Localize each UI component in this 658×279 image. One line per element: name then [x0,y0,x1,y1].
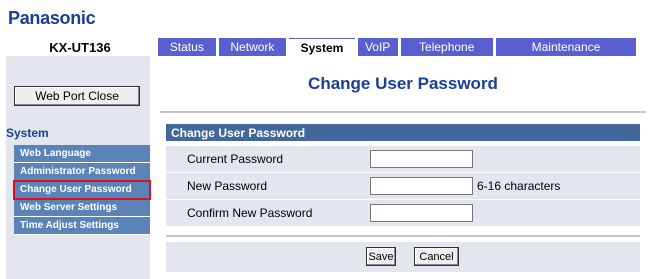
sidebar-menu: Web Language Administrator Password Chan… [13,145,151,235]
sidebar-item-web-server-settings[interactable]: Web Server Settings [14,199,150,217]
button-bar: Save Cancel [166,242,640,272]
tab-telephone[interactable]: Telephone [400,38,493,56]
save-button[interactable]: Save [366,247,396,266]
sidebar-item-web-language[interactable]: Web Language [14,145,150,163]
new-password-hint: 6-16 characters [477,179,561,193]
sidebar-item-change-user-password[interactable]: Change User Password [13,180,151,200]
footer-divider [166,235,640,237]
title-divider [160,111,646,113]
brand-logo: Panasonic [8,8,96,28]
current-password-input[interactable] [370,150,473,168]
new-password-label: New Password [166,173,366,199]
tab-status[interactable]: Status [158,38,216,56]
top-nav-tabs: Status Network System VoIP Telephone Mai… [158,38,637,56]
confirm-password-cell [366,200,640,226]
tab-maintenance[interactable]: Maintenance [495,38,637,56]
new-password-cell: 6-16 characters [366,173,640,199]
confirm-password-row: Confirm New Password [166,200,640,226]
sidebar-item-time-adjust-settings[interactable]: Time Adjust Settings [14,217,150,235]
tab-network[interactable]: Network [218,38,287,56]
cancel-button[interactable]: Cancel [414,247,459,266]
current-password-cell [366,146,640,172]
sidebar: Web Port Close System Web Language Admin… [6,56,151,279]
sidebar-item-administrator-password[interactable]: Administrator Password [14,163,150,181]
page-title: Change User Password [308,74,498,93]
web-port-close-button[interactable]: Web Port Close [14,86,140,106]
panel-header: Change User Password [166,124,640,141]
model-name: KX-UT136 [49,40,111,55]
current-password-row: Current Password [166,146,640,172]
sidebar-section-title: System [6,126,49,140]
confirm-password-input[interactable] [370,204,473,222]
tab-system[interactable]: System [289,38,355,56]
tab-voip[interactable]: VoIP [357,38,398,56]
confirm-password-label: Confirm New Password [166,200,366,226]
current-password-label: Current Password [166,146,366,172]
new-password-input[interactable] [370,177,473,195]
new-password-row: New Password 6-16 characters [166,173,640,199]
